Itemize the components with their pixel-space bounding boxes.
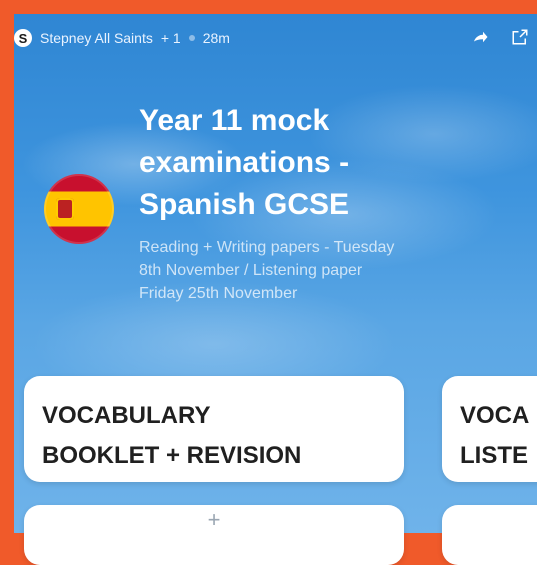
card-line-1: VOCABULARY <box>42 402 211 429</box>
card-vocabulary-booklet[interactable]: VOCABULARY BOOKLET + REVISION <box>24 376 404 482</box>
card-label: VOCABULARY BOOKLET + REVISION <box>42 396 301 476</box>
post-subtitle: Reading + Writing papers - Tuesday 8th N… <box>139 236 499 305</box>
card-line-2: LISTE <box>460 442 529 469</box>
separator-dot <box>188 35 195 41</box>
title-line-1: Year 11 mock <box>139 104 330 137</box>
title-line-3: Spanish GCSE <box>139 188 350 221</box>
card-vocabulary-listening[interactable]: VOCA LISTE <box>442 376 537 482</box>
time-ago: 28m <box>202 30 230 46</box>
subtitle-line-3: Friday 25th November <box>139 285 298 302</box>
spain-flag-icon <box>44 174 114 244</box>
open-external-icon[interactable] <box>511 28 529 46</box>
member-badge[interactable]: + 1 <box>161 30 181 46</box>
card-label: VOCA LISTE <box>460 396 529 476</box>
card-partial[interactable] <box>442 505 537 565</box>
top-actions <box>471 28 529 46</box>
school-logo-icon: S <box>14 29 32 47</box>
card-line-1: VOCA <box>460 402 530 429</box>
subtitle-line-1: Reading + Writing papers - Tuesday <box>139 239 395 256</box>
add-card-button[interactable]: + <box>24 505 404 565</box>
plus-icon: + <box>207 507 221 532</box>
top-bar: S Stepney All Saints + 1 28m <box>14 28 529 48</box>
post-title: Year 11 mock examinations - Spanish GCSE <box>139 100 499 226</box>
post-meta: Stepney All Saints + 1 28m <box>40 30 230 46</box>
title-line-2: examinations - <box>139 146 350 179</box>
subtitle-line-2: 8th November / Listening paper <box>139 262 363 279</box>
school-name[interactable]: Stepney All Saints <box>40 30 153 46</box>
share-icon[interactable] <box>471 28 489 46</box>
spain-crest-icon <box>56 198 74 220</box>
card-line-2: BOOKLET + REVISION <box>42 442 302 469</box>
